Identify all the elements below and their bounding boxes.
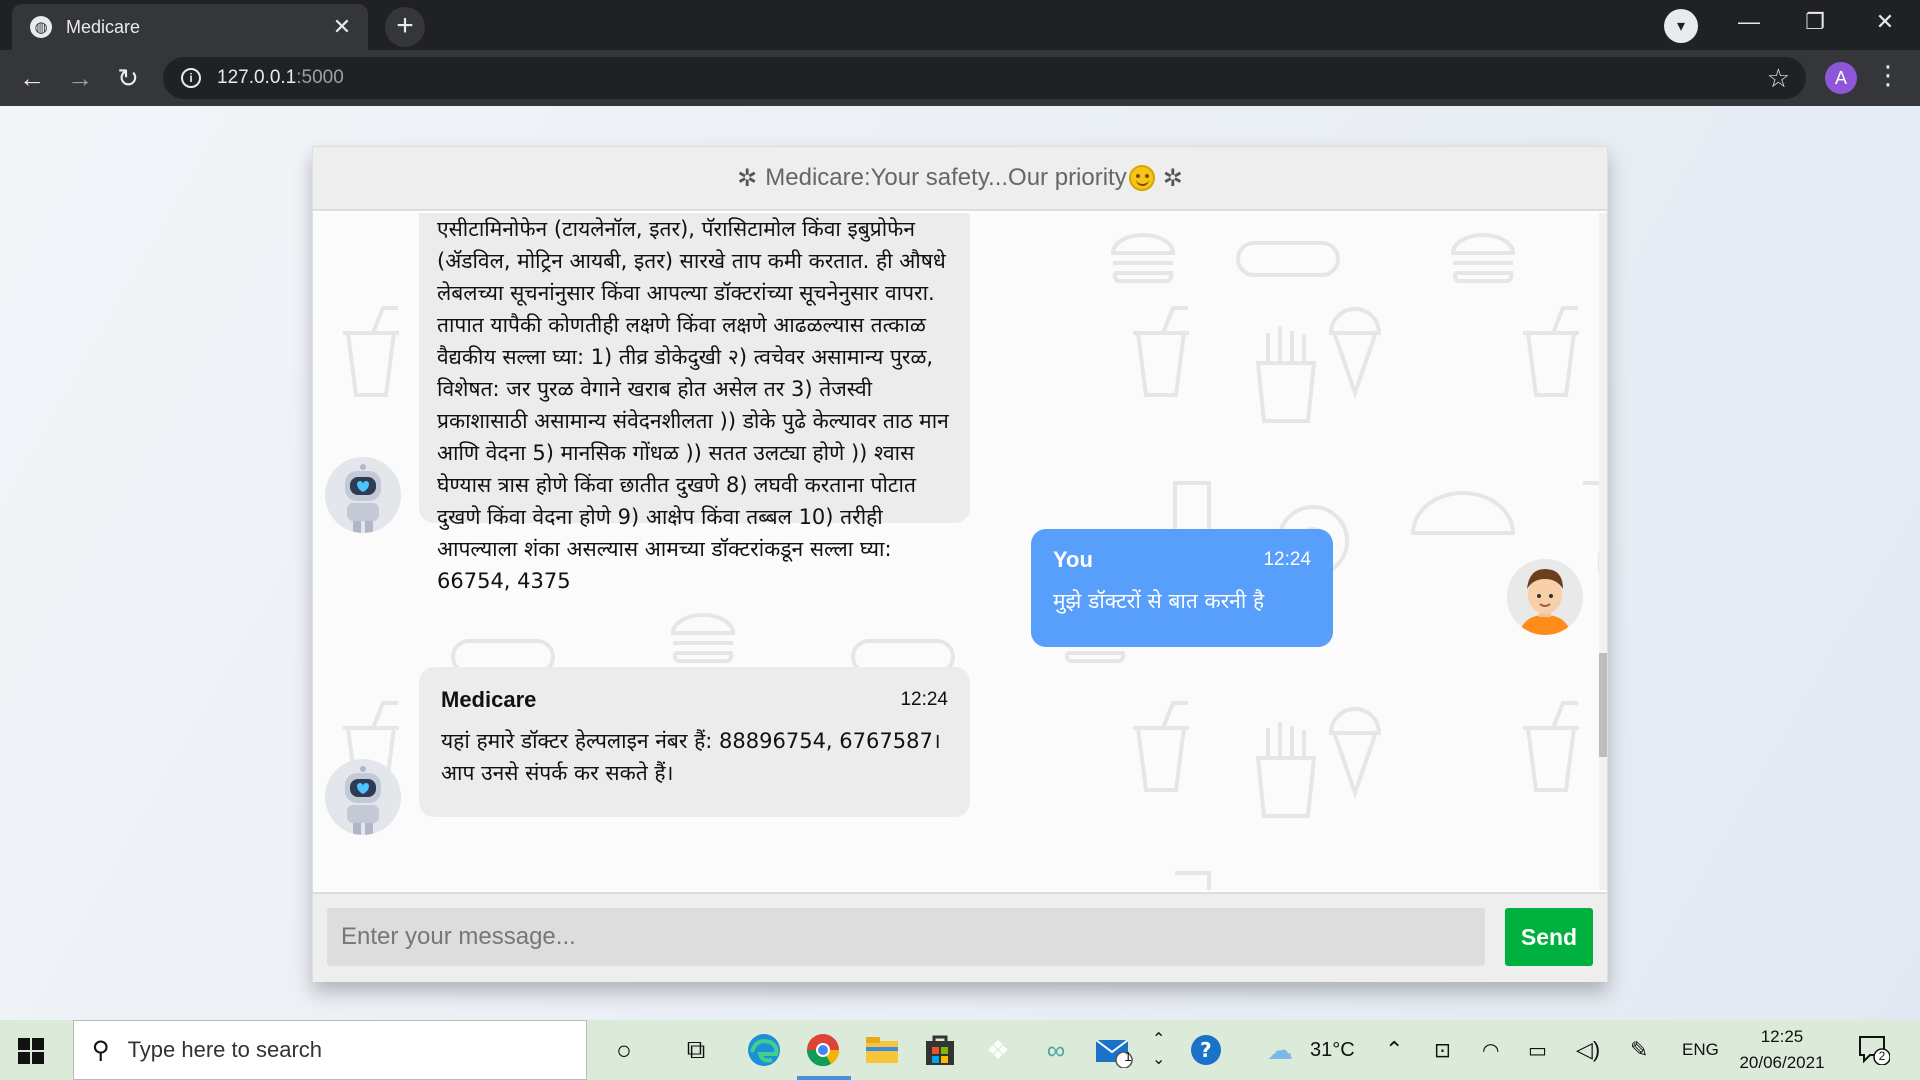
bug-icon: ✲ bbox=[737, 164, 758, 192]
wifi-icon[interactable]: ◠ bbox=[1482, 1020, 1499, 1080]
mail-badge: 1 bbox=[1124, 1049, 1132, 1064]
chat-header: ✲ Medicare:Your safety...Our priority ✲ bbox=[313, 147, 1607, 211]
cortana-icon[interactable]: ○ bbox=[604, 1030, 644, 1070]
edge-icon[interactable] bbox=[744, 1030, 784, 1070]
message-list[interactable]: एसीटामिनोफेन (टायलेनॉल, इतर), पॅरासिटामो… bbox=[313, 213, 1599, 890]
tab-search-icon[interactable]: ▾ bbox=[1664, 9, 1698, 43]
browser-tab[interactable]: ◍ Medicare ✕ bbox=[12, 4, 368, 50]
url-port: :5000 bbox=[296, 67, 344, 88]
clock-date: 20/06/2021 bbox=[1739, 1053, 1825, 1072]
bug-icon: ✲ bbox=[1162, 164, 1183, 192]
svg-text:?: ? bbox=[1200, 1038, 1212, 1062]
notification-icon[interactable]: 2 bbox=[1858, 1035, 1891, 1066]
clock-time: 12:25 bbox=[1760, 1027, 1804, 1046]
chat-title: Medicare:Your safety...Our priority bbox=[765, 164, 1127, 191]
task-view-icon[interactable]: ⧉ bbox=[676, 1030, 716, 1070]
new-tab-button[interactable]: + bbox=[385, 7, 425, 47]
bot-message-bubble: एसीटामिनोफेन (टायलेनॉल, इतर), पॅरासिटामो… bbox=[419, 213, 970, 593]
message-sender: Medicare bbox=[441, 687, 537, 712]
message-text: एसीटामिनोफेन (टायलेनॉल, इतर), पॅरासिटामो… bbox=[437, 217, 949, 593]
taskbar-search-box[interactable]: ⚲ Type here to search bbox=[73, 1020, 587, 1080]
search-icon: ⚲ bbox=[92, 1036, 110, 1064]
bot-message-bubble: Medicare 12:24 यहां हमारे डॉक्टर हेल्पला… bbox=[419, 667, 970, 817]
taskbar-clock[interactable]: 12:25 20/06/2021 bbox=[1724, 1024, 1840, 1076]
pen-icon[interactable]: ✎ bbox=[1630, 1020, 1648, 1080]
minimize-icon[interactable]: — bbox=[1716, 0, 1782, 44]
user-avatar bbox=[1507, 559, 1583, 635]
profile-avatar[interactable]: A bbox=[1825, 62, 1857, 94]
language-indicator[interactable]: ENG bbox=[1682, 1020, 1719, 1080]
weather-icon[interactable]: ☁ bbox=[1260, 1030, 1300, 1070]
message-input-area: Send bbox=[313, 892, 1607, 982]
bookmark-star-icon[interactable]: ☆ bbox=[1767, 63, 1790, 94]
store-icon[interactable] bbox=[920, 1030, 960, 1070]
bot-avatar bbox=[325, 457, 401, 533]
chat-scrollbar[interactable] bbox=[1599, 213, 1607, 890]
browser-toolbar: ← → ↻ i 127.0.0.1:5000 ☆ A ⋮ bbox=[0, 50, 1920, 106]
help-icon[interactable]: ? bbox=[1186, 1030, 1226, 1070]
tab-close-icon[interactable]: ✕ bbox=[330, 14, 354, 40]
message-input[interactable] bbox=[327, 908, 1485, 966]
scrollbar-thumb[interactable] bbox=[1599, 653, 1607, 757]
show-hidden-icons-icon[interactable]: ⌃ bbox=[1385, 1020, 1403, 1080]
page-background: ✲ Medicare:Your safety...Our priority ✲ bbox=[0, 106, 1920, 1020]
browser-menu-icon[interactable]: ⋮ bbox=[1875, 60, 1901, 91]
message-time: 12:24 bbox=[1263, 549, 1311, 570]
active-app-indicator bbox=[797, 1076, 851, 1080]
chat-window: ✲ Medicare:Your safety...Our priority ✲ bbox=[312, 146, 1608, 982]
temperature[interactable]: 31°C bbox=[1310, 1020, 1355, 1080]
search-placeholder: Type here to search bbox=[127, 1037, 323, 1062]
smile-emoji-icon bbox=[1128, 165, 1155, 191]
url-host: 127.0.0.1 bbox=[217, 67, 297, 88]
globe-icon: ◍ bbox=[30, 16, 52, 38]
browser-tab-strip: ◍ Medicare ✕ + ▾ — ❐ ✕ bbox=[0, 0, 1920, 50]
volume-icon[interactable]: ◁) bbox=[1576, 1020, 1600, 1080]
site-info-icon[interactable]: i bbox=[181, 68, 201, 88]
battery-icon[interactable]: ▭ bbox=[1528, 1020, 1547, 1080]
message-text: यहां हमारे डॉक्टर हेल्पलाइन नंबर हैं: 88… bbox=[441, 729, 941, 785]
dropbox-icon[interactable]: ❖ bbox=[978, 1030, 1018, 1070]
reload-icon[interactable]: ↻ bbox=[108, 60, 148, 96]
taskbar-scroll-arrows[interactable]: ⌃ ⌄ bbox=[1152, 1020, 1165, 1080]
windows-start-icon[interactable] bbox=[18, 1038, 44, 1064]
arduino-icon[interactable]: ∞ bbox=[1036, 1030, 1076, 1070]
device-icon[interactable]: ⊡ bbox=[1434, 1020, 1451, 1080]
message-sender: You bbox=[1053, 547, 1093, 572]
message-text: मुझे डॉक्टरों से बात करनी है bbox=[1053, 589, 1265, 613]
restore-icon[interactable]: ❐ bbox=[1782, 0, 1848, 44]
back-icon[interactable]: ← bbox=[12, 60, 52, 96]
close-window-icon[interactable]: ✕ bbox=[1852, 0, 1918, 44]
windows-taskbar: ⚲ Type here to search ○ ⧉ ❖ ∞ 1 ⌃ ⌄ ? ☁ 3… bbox=[0, 1020, 1920, 1080]
chrome-icon[interactable] bbox=[803, 1030, 843, 1070]
bot-avatar bbox=[325, 759, 401, 835]
message-time: 12:24 bbox=[900, 689, 948, 710]
notification-count: 2 bbox=[1878, 1049, 1886, 1063]
send-button[interactable]: Send bbox=[1505, 908, 1593, 966]
file-explorer-icon[interactable] bbox=[862, 1030, 902, 1070]
tab-title: Medicare bbox=[66, 16, 141, 37]
user-message-bubble: You 12:24 मुझे डॉक्टरों से बात करनी है bbox=[1031, 529, 1333, 647]
address-bar[interactable]: i 127.0.0.1:5000 ☆ bbox=[163, 57, 1806, 99]
forward-icon[interactable]: → bbox=[60, 60, 100, 96]
